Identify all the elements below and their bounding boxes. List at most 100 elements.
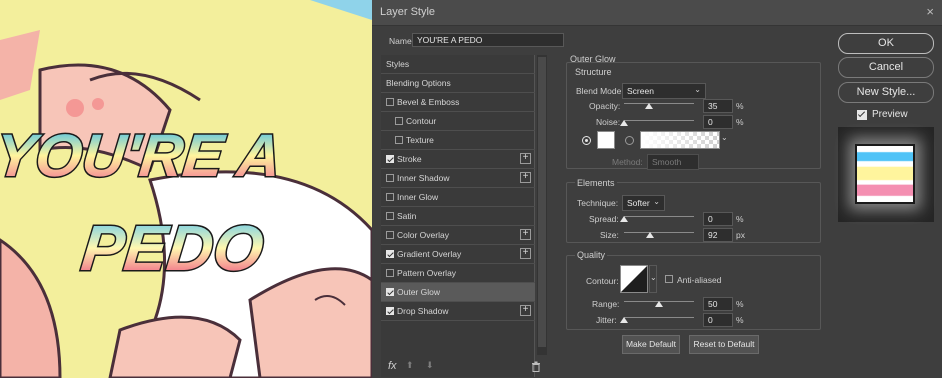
- add-effect-icon[interactable]: +: [520, 305, 531, 316]
- dialog-title: Layer Style: [380, 6, 436, 18]
- style-item-inner-glow[interactable]: Inner Glow: [381, 188, 535, 207]
- style-item-label: Stroke: [397, 154, 422, 164]
- dialog-titlebar: Layer Style ×: [372, 0, 942, 26]
- style-item-blending-options[interactable]: Blending Options: [381, 74, 535, 93]
- add-effect-icon[interactable]: +: [520, 153, 531, 164]
- range-input[interactable]: 50: [703, 297, 733, 311]
- spread-slider[interactable]: [624, 216, 694, 217]
- style-item-checkbox[interactable]: [386, 174, 394, 182]
- move-up-icon[interactable]: ⬆: [406, 360, 414, 371]
- blend-mode-select[interactable]: Screen ⌄: [622, 83, 706, 99]
- style-item-checkbox[interactable]: [386, 269, 394, 277]
- styles-header[interactable]: Styles: [381, 55, 535, 74]
- antialiased-checkbox[interactable]: [665, 275, 673, 283]
- reset-to-default-button[interactable]: Reset to Default: [689, 335, 759, 354]
- scrollbar-thumb[interactable]: [538, 57, 546, 347]
- spread-slider-knob[interactable]: [620, 216, 628, 222]
- style-item-inner-shadow[interactable]: Inner Shadow +: [381, 169, 535, 188]
- opacity-slider[interactable]: [624, 103, 694, 104]
- style-item-checkbox[interactable]: [386, 193, 394, 201]
- style-item-checkbox[interactable]: [386, 288, 394, 296]
- add-effect-icon[interactable]: +: [520, 229, 531, 240]
- style-item-contour[interactable]: Contour: [381, 112, 535, 131]
- style-item-checkbox[interactable]: [386, 98, 394, 106]
- style-item-drop-shadow[interactable]: Drop Shadow +: [381, 302, 535, 321]
- contour-picker[interactable]: [620, 265, 648, 293]
- glow-color-swatch[interactable]: [597, 131, 615, 149]
- style-item-checkbox[interactable]: [395, 117, 403, 125]
- style-item-stroke[interactable]: Stroke +: [381, 150, 535, 169]
- style-item-gradient-overlay[interactable]: Gradient Overlay +: [381, 245, 535, 264]
- preview-checkbox[interactable]: [857, 109, 867, 120]
- noise-input[interactable]: 0: [703, 115, 733, 129]
- glow-gradient-swatch[interactable]: [640, 131, 720, 149]
- technique-value: Softer: [627, 198, 650, 208]
- style-item-satin[interactable]: Satin: [381, 207, 535, 226]
- solid-color-radio[interactable]: [582, 136, 591, 145]
- layer-name-input[interactable]: YOU'RE A PEDO: [412, 33, 564, 47]
- gradient-chevron-down-icon[interactable]: ⌄: [721, 133, 728, 142]
- technique-label: Technique:: [577, 198, 619, 208]
- style-item-outer-glow[interactable]: Outer Glow: [381, 283, 535, 302]
- blend-mode-value: Screen: [627, 86, 654, 96]
- method-select[interactable]: Smooth: [647, 154, 699, 170]
- fx-icon[interactable]: fx: [388, 360, 397, 372]
- style-item-label: Texture: [406, 135, 434, 145]
- style-item-color-overlay[interactable]: Color Overlay +: [381, 226, 535, 245]
- technique-select[interactable]: Softer ⌄: [622, 195, 665, 211]
- noise-slider[interactable]: [624, 120, 694, 121]
- method-label: Method:: [612, 157, 643, 167]
- jitter-label: Jitter:: [596, 315, 617, 325]
- chevron-down-icon: ⌄: [694, 85, 701, 94]
- spread-unit: %: [736, 214, 744, 224]
- jitter-slider-knob[interactable]: [620, 317, 628, 323]
- jitter-slider[interactable]: [624, 317, 694, 318]
- spread-input[interactable]: 0: [703, 212, 733, 226]
- trash-icon[interactable]: [531, 361, 541, 372]
- style-item-label: Drop Shadow: [397, 306, 449, 316]
- styles-scrollbar[interactable]: [537, 55, 547, 355]
- opacity-input[interactable]: 35: [703, 99, 733, 113]
- style-item-label: Bevel & Emboss: [397, 97, 460, 107]
- range-slider-knob[interactable]: [655, 301, 663, 307]
- style-item-label: Gradient Overlay: [397, 249, 462, 259]
- add-effect-icon[interactable]: +: [520, 248, 531, 259]
- style-item-label: Inner Glow: [397, 192, 439, 202]
- quality-title: Quality: [575, 250, 608, 260]
- gradient-radio[interactable]: [625, 136, 634, 145]
- style-item-checkbox[interactable]: [386, 307, 394, 315]
- style-item-pattern-overlay[interactable]: Pattern Overlay: [381, 264, 535, 283]
- style-item-label: Inner Shadow: [397, 173, 450, 183]
- style-item-checkbox[interactable]: [395, 136, 403, 144]
- chevron-down-icon: ⌄: [653, 197, 660, 206]
- size-slider-knob[interactable]: [645, 232, 654, 238]
- size-input[interactable]: 92: [703, 228, 733, 242]
- style-item-bevel-emboss[interactable]: Bevel & Emboss: [381, 93, 535, 112]
- new-style-button[interactable]: New Style...: [838, 82, 934, 103]
- opacity-slider-knob[interactable]: [644, 103, 653, 109]
- antialiased-label: Anti-aliased: [677, 275, 722, 285]
- move-down-icon[interactable]: ⬇: [426, 360, 434, 371]
- style-item-checkbox[interactable]: [386, 155, 394, 163]
- add-effect-icon[interactable]: +: [520, 172, 531, 183]
- style-item-label: Outer Glow: [397, 287, 440, 297]
- name-label: Name:: [389, 36, 415, 46]
- style-item-checkbox[interactable]: [386, 250, 394, 258]
- jitter-input[interactable]: 0: [703, 313, 733, 327]
- style-item-checkbox[interactable]: [386, 212, 394, 220]
- method-value: Smooth: [652, 157, 682, 167]
- structure-group: [566, 62, 821, 169]
- style-item-checkbox[interactable]: [386, 231, 394, 239]
- style-item-texture[interactable]: Texture: [381, 131, 535, 150]
- contour-chevron-down-icon[interactable]: ⌄: [649, 265, 657, 293]
- close-icon[interactable]: ×: [926, 4, 934, 19]
- noise-slider-knob[interactable]: [620, 120, 628, 126]
- size-slider[interactable]: [624, 232, 694, 233]
- size-label: Size:: [600, 230, 619, 240]
- cancel-button[interactable]: Cancel: [838, 57, 934, 78]
- ok-button[interactable]: OK: [838, 33, 934, 54]
- artwork-text-line1: YOU'RE A: [0, 122, 285, 189]
- styles-list: Styles Blending Options Bevel & Emboss Con…: [381, 55, 540, 377]
- make-default-button[interactable]: Make Default: [622, 335, 680, 354]
- style-item-label: Blending Options: [386, 78, 451, 88]
